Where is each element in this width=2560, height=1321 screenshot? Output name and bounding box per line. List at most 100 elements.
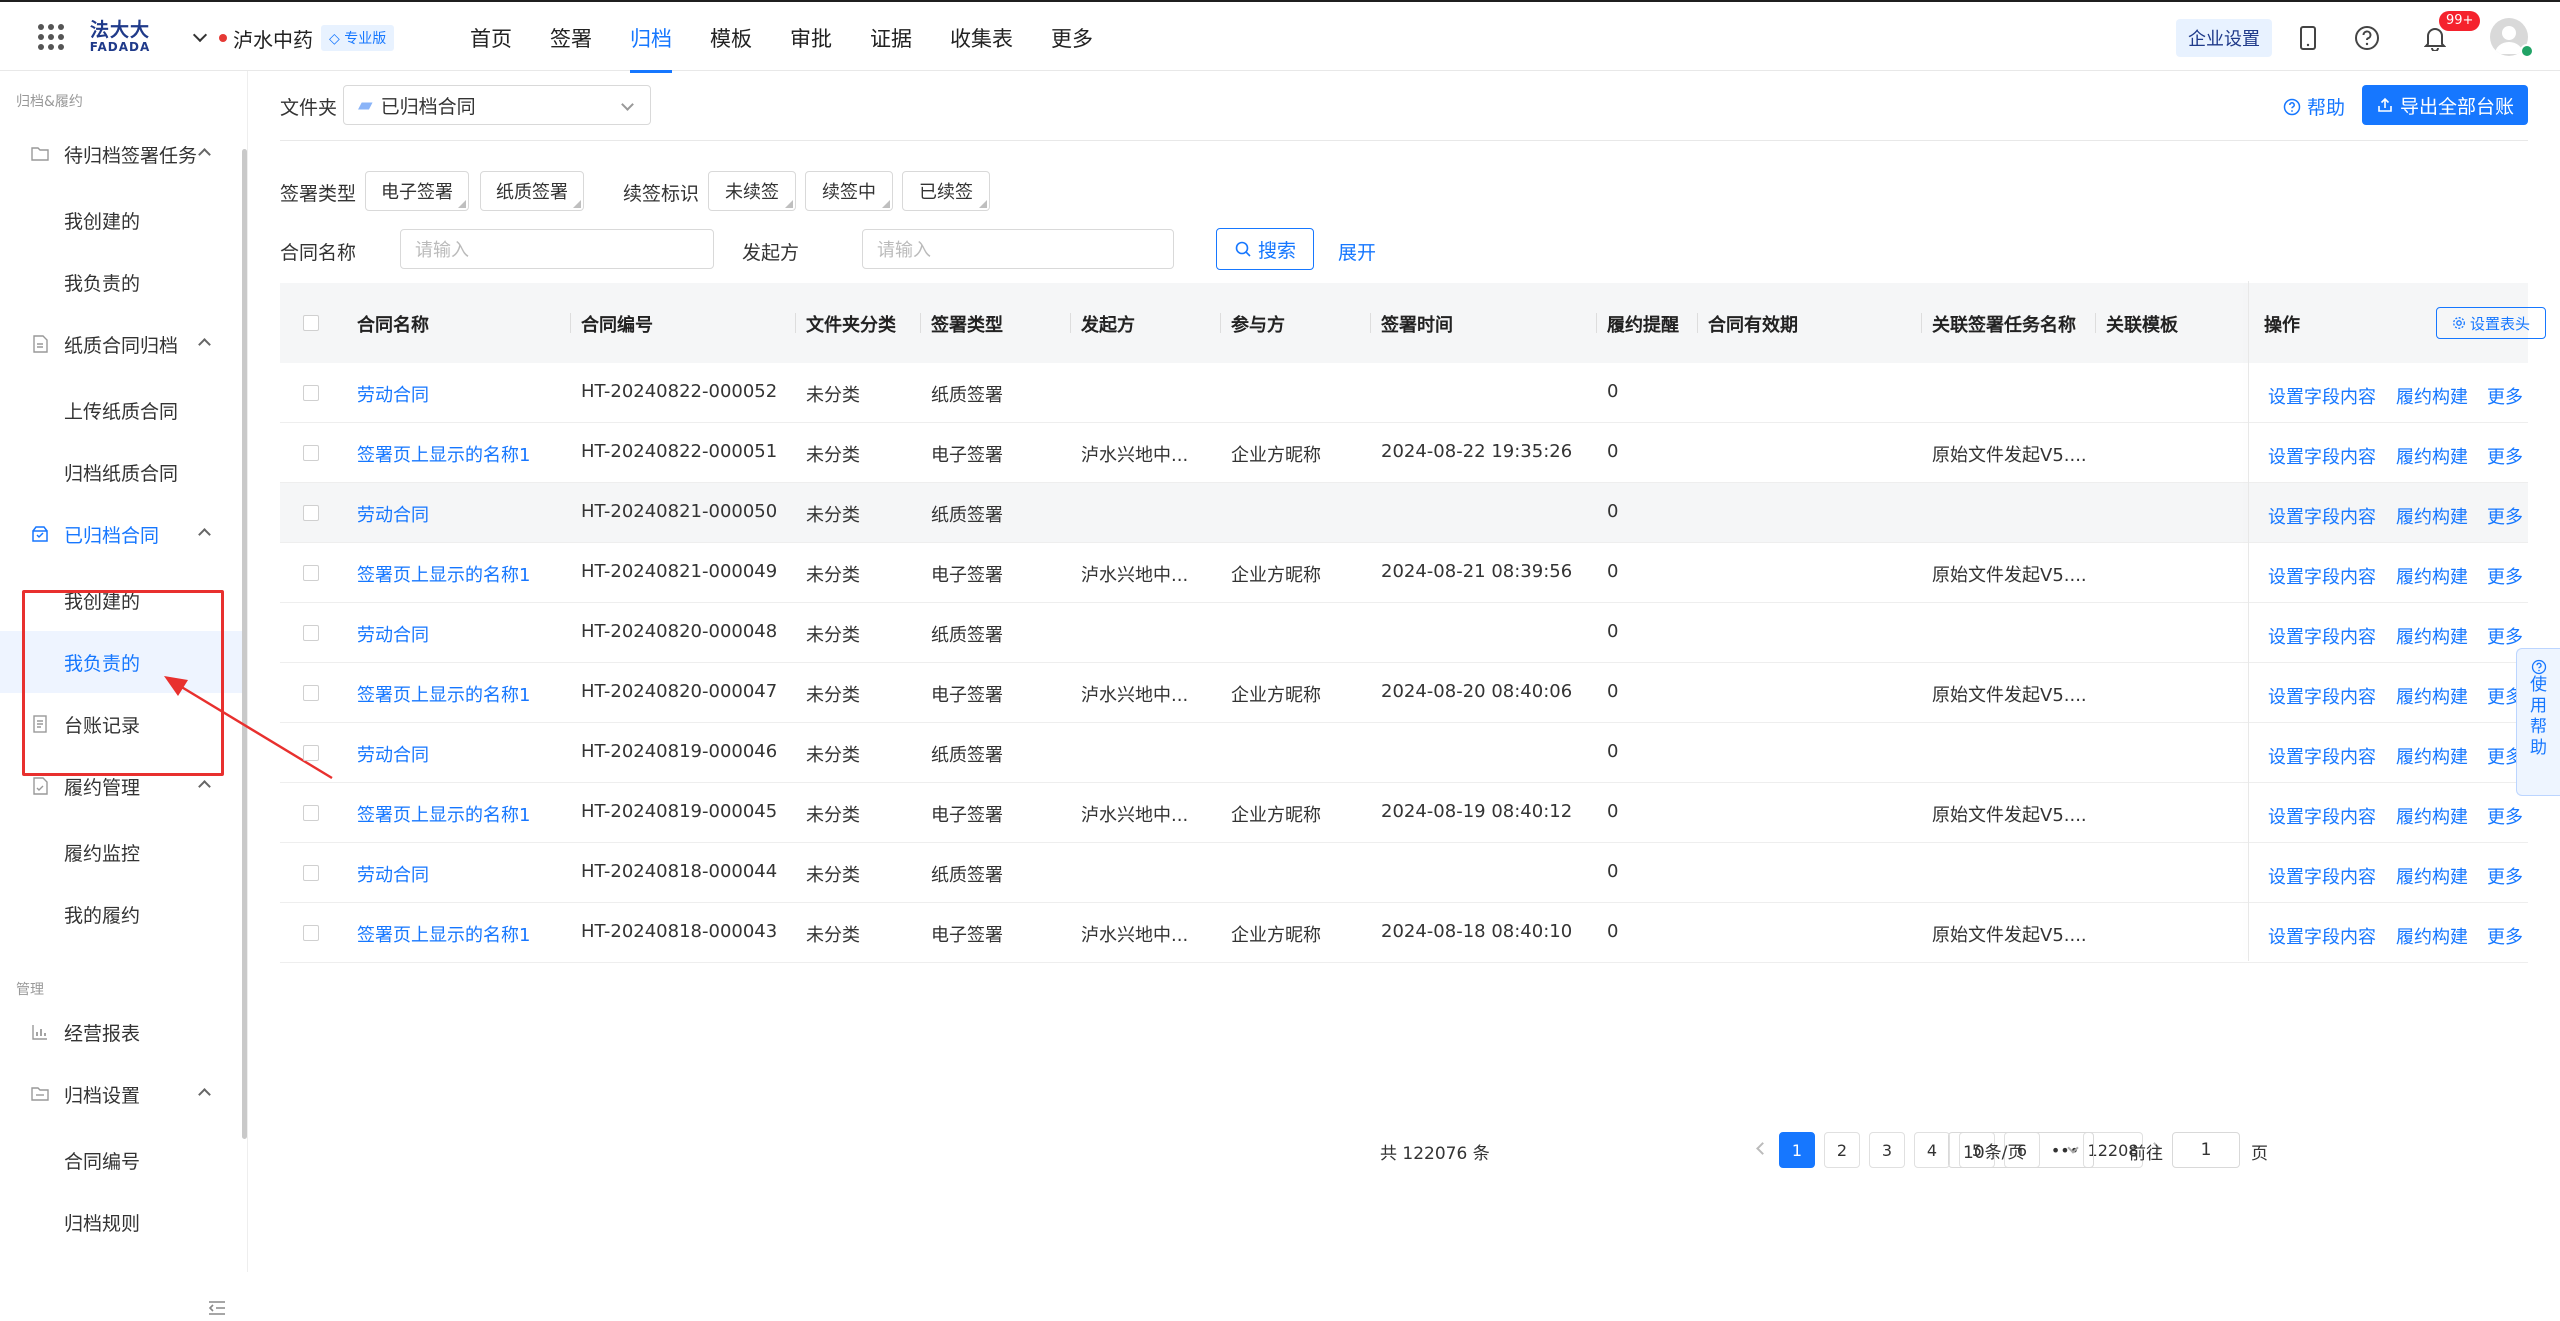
performance-build-link[interactable]: 履约构建 — [2396, 443, 2468, 469]
row-checkbox[interactable] — [303, 445, 319, 461]
contract-name-link[interactable]: 签署页上显示的名称1 — [357, 801, 530, 827]
page-button[interactable]: 4 — [1914, 1132, 1950, 1168]
more-link[interactable]: 更多 — [2487, 383, 2523, 409]
initiator-input[interactable]: 请输入 — [862, 229, 1174, 269]
contract-name-input[interactable]: 请输入 — [400, 229, 714, 269]
renew-tag[interactable]: 续签中 — [805, 171, 893, 211]
sidebar-subitem[interactable]: 上传纸质合同 — [0, 379, 242, 441]
column-divider[interactable] — [795, 313, 796, 333]
contract-name-link[interactable]: 签署页上显示的名称1 — [357, 561, 530, 587]
set-field-content-link[interactable]: 设置字段内容 — [2268, 743, 2376, 769]
sidebar-subitem[interactable]: 我创建的 — [0, 189, 242, 251]
more-link[interactable]: 更多 — [2487, 443, 2523, 469]
set-field-content-link[interactable]: 设置字段内容 — [2268, 503, 2376, 529]
sidebar-subitem[interactable]: 归档纸质合同 — [0, 441, 242, 503]
page-button[interactable]: 3 — [1869, 1132, 1905, 1168]
chevron-up-icon[interactable] — [198, 1088, 211, 1101]
contract-name-link[interactable]: 劳动合同 — [357, 861, 429, 887]
row-checkbox[interactable] — [303, 565, 319, 581]
contract-name-link[interactable]: 劳动合同 — [357, 621, 429, 647]
search-button[interactable]: 搜索 — [1216, 228, 1314, 270]
sidebar-item[interactable]: 已归档合同 — [0, 503, 242, 565]
column-divider[interactable] — [1220, 313, 1221, 333]
set-field-content-link[interactable]: 设置字段内容 — [2268, 623, 2376, 649]
table-row[interactable]: 签署页上显示的名称1 HT-20240822-000051 未分类 电子签署 泸水兴地中… — [280, 423, 2528, 483]
column-divider[interactable] — [1070, 313, 1071, 333]
help-link[interactable]: 帮助 — [2283, 93, 2345, 120]
nav-item[interactable]: 审批 — [790, 2, 832, 73]
row-checkbox[interactable] — [303, 925, 319, 941]
app-grid-icon[interactable] — [38, 24, 64, 50]
performance-build-link[interactable]: 履约构建 — [2396, 803, 2468, 829]
performance-build-link[interactable]: 履约构建 — [2396, 503, 2468, 529]
column-divider[interactable] — [1921, 313, 1922, 333]
help-circle-icon[interactable] — [2353, 24, 2381, 52]
contract-name-link[interactable]: 劳动合同 — [357, 381, 429, 407]
chevron-up-icon[interactable] — [198, 338, 211, 351]
performance-build-link[interactable]: 履约构建 — [2396, 563, 2468, 589]
page-size-select[interactable]: 10条/页 — [1948, 1132, 2094, 1168]
performance-build-link[interactable]: 履约构建 — [2396, 923, 2468, 949]
column-divider[interactable] — [1697, 313, 1698, 333]
nav-item[interactable]: 归档 — [630, 2, 672, 73]
page-button[interactable]: 1 — [1779, 1132, 1815, 1168]
nav-item[interactable]: 更多 — [1051, 2, 1093, 73]
nav-item[interactable]: 模板 — [710, 2, 752, 73]
contract-name-link[interactable]: 劳动合同 — [357, 501, 429, 527]
sidebar-subitem[interactable]: 我负责的 — [0, 251, 242, 313]
nav-item[interactable]: 证据 — [870, 2, 912, 73]
performance-build-link[interactable]: 履约构建 — [2396, 623, 2468, 649]
sidebar-subitem[interactable]: 合同编号 — [0, 1129, 242, 1191]
sidebar-subitem[interactable]: 归档规则 — [0, 1191, 242, 1253]
more-link[interactable]: 更多 — [2487, 923, 2523, 949]
more-link[interactable]: 更多 — [2487, 803, 2523, 829]
set-field-content-link[interactable]: 设置字段内容 — [2268, 683, 2376, 709]
table-row[interactable]: 劳动合同 HT-20240822-000052 未分类 纸质签署 0 设置字段内容 履约构建… — [280, 363, 2528, 423]
performance-build-link[interactable]: 履约构建 — [2396, 863, 2468, 889]
renew-tag[interactable]: 已续签 — [902, 171, 990, 211]
set-field-content-link[interactable]: 设置字段内容 — [2268, 803, 2376, 829]
table-row[interactable]: 劳动合同 HT-20240820-000048 未分类 纸质签署 0 设置字段内容 履约构建… — [280, 603, 2528, 663]
set-columns-button[interactable]: 设置表头 — [2436, 307, 2546, 339]
row-checkbox[interactable] — [303, 685, 319, 701]
more-link[interactable]: 更多 — [2487, 563, 2523, 589]
org-switcher[interactable]: 泸水中药 ◇ 专业版 — [192, 22, 395, 54]
set-field-content-link[interactable]: 设置字段内容 — [2268, 443, 2376, 469]
collapse-sidebar-icon[interactable] — [208, 1299, 226, 1321]
performance-build-link[interactable]: 履约构建 — [2396, 743, 2468, 769]
more-link[interactable]: 更多 — [2487, 623, 2523, 649]
performance-build-link[interactable]: 履约构建 — [2396, 383, 2468, 409]
folder-select[interactable]: ▰ 已归档合同 — [343, 85, 651, 125]
column-divider[interactable] — [920, 313, 921, 333]
column-divider[interactable] — [2095, 313, 2096, 333]
page-button[interactable]: 2 — [1824, 1132, 1860, 1168]
set-field-content-link[interactable]: 设置字段内容 — [2268, 383, 2376, 409]
chevron-up-icon[interactable] — [198, 148, 211, 161]
column-divider[interactable] — [1596, 313, 1597, 333]
goto-page-input[interactable]: 1 — [2172, 1132, 2240, 1168]
table-row[interactable]: 劳动合同 HT-20240821-000050 未分类 纸质签署 0 设置字段内容 履约构建… — [280, 483, 2528, 543]
mobile-icon[interactable] — [2294, 24, 2322, 52]
more-link[interactable]: 更多 — [2487, 503, 2523, 529]
sidebar-item[interactable]: 归档设置 — [0, 1063, 242, 1125]
sidebar-item[interactable]: 待归档签署任务 — [0, 123, 242, 185]
table-row[interactable]: 签署页上显示的名称1 HT-20240820-000047 未分类 电子签署 泸水兴地中… — [280, 663, 2528, 723]
contract-name-link[interactable]: 劳动合同 — [357, 741, 429, 767]
nav-item[interactable]: 签署 — [550, 2, 592, 73]
table-row[interactable]: 签署页上显示的名称1 HT-20240818-000043 未分类 电子签署 泸水兴地中… — [280, 903, 2528, 963]
nav-item[interactable]: 首页 — [470, 2, 512, 73]
row-checkbox[interactable] — [303, 625, 319, 641]
table-row[interactable]: 劳动合同 HT-20240818-000044 未分类 纸质签署 0 设置字段内容 履约构建… — [280, 843, 2528, 903]
column-divider[interactable] — [1370, 313, 1371, 333]
floating-help-button[interactable]: 使用帮助 — [2516, 648, 2560, 796]
sidebar-subitem[interactable]: 我的履约 — [0, 883, 242, 945]
row-checkbox[interactable] — [303, 745, 319, 761]
row-checkbox[interactable] — [303, 385, 319, 401]
chevron-up-icon[interactable] — [198, 528, 211, 541]
row-checkbox[interactable] — [303, 865, 319, 881]
set-field-content-link[interactable]: 设置字段内容 — [2268, 563, 2376, 589]
set-field-content-link[interactable]: 设置字段内容 — [2268, 923, 2376, 949]
contract-name-link[interactable]: 签署页上显示的名称1 — [357, 441, 530, 467]
table-row[interactable]: 劳动合同 HT-20240819-000046 未分类 纸质签署 0 设置字段内容 履约构建… — [280, 723, 2528, 783]
row-checkbox[interactable] — [303, 805, 319, 821]
